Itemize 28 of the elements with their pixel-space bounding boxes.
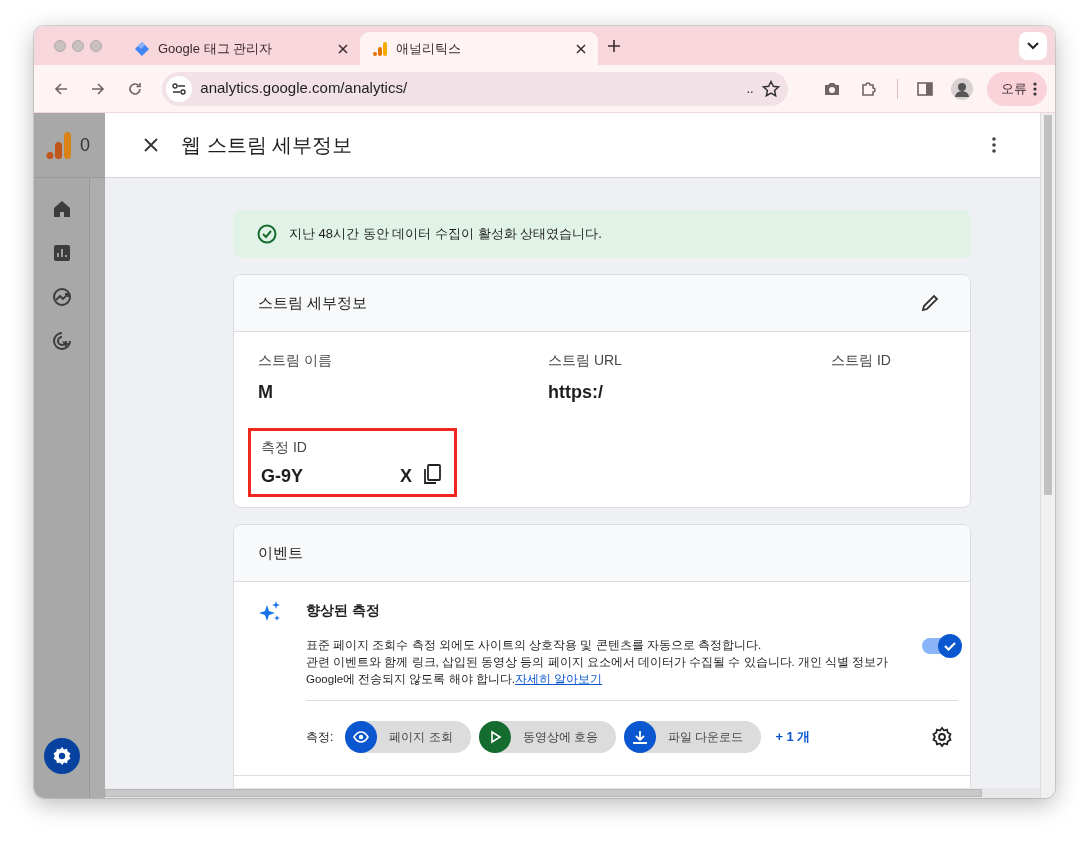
field-label: 스트림 이름 xyxy=(258,351,333,370)
more-count-link[interactable]: + 1 개 xyxy=(775,727,811,747)
field-label: 스트림 URL xyxy=(548,351,623,370)
card-title: 이벤트 xyxy=(258,542,303,563)
section-title: 향상된 측정 xyxy=(306,602,381,619)
card-title: 스트림 세부정보 xyxy=(258,292,368,313)
error-button[interactable]: 오류 xyxy=(987,71,1047,106)
measuring-label: 측정: xyxy=(306,728,334,746)
browser-tab[interactable]: 애널리틱스 xyxy=(360,32,598,65)
measurement-chip[interactable]: 파일 다운로드 xyxy=(624,720,762,753)
measurement-chip[interactable]: 동영상에 호응 xyxy=(478,720,617,753)
field-value: M xyxy=(258,381,274,404)
field-value: G-9Y xyxy=(261,464,303,488)
panel-title: 웹 스트림 세부정보 xyxy=(181,133,353,157)
field-label: 스트림 ID xyxy=(831,351,892,370)
description-text: 표준 페이지 조회수 측정 외에도 사이트의 상호작용 및 콘텐츠를 자동으로 측정합니다. xyxy=(306,637,763,653)
url-text: .. xyxy=(746,79,754,98)
field-label: 측정 ID xyxy=(261,438,308,457)
browser-tab[interactable]: Google 태그 관리자 xyxy=(122,32,360,65)
field-value: X xyxy=(400,464,412,488)
description-text: 관련 이벤트와 함께 링크, 삽입된 동영상 등의 페이지 요소에서 데이터가 수집될 수 있습니다. 개인 식별 정보가 Google에 전송되지 않도록 해야 합니다.자세히 알아보기 xyxy=(306,654,890,687)
learn-more-link[interactable]: 자세히 알아보기 xyxy=(515,672,603,685)
url-text: analytics.google.com/analytics/ xyxy=(200,78,408,99)
property-name: 0 xyxy=(80,133,90,157)
status-message: 지난 48시간 동안 데이터 수집이 활성화 상태였습니다. xyxy=(289,225,602,244)
field-value: https:/ xyxy=(548,381,604,404)
address-bar[interactable]: analytics.google.com/analytics/ .. xyxy=(162,71,788,106)
measurement-chip[interactable]: 페이지 조회 xyxy=(345,720,471,753)
